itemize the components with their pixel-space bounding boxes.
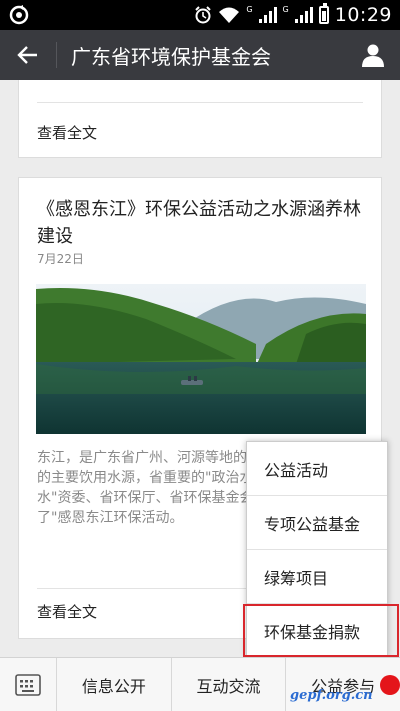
keyboard-icon [15,674,41,696]
lake-photo [36,284,366,434]
article-card: 查看全文 [18,80,382,158]
watermark: gepf.org.cn [290,688,373,703]
keyboard-toggle-button[interactable] [0,658,57,711]
menu-item-special-funds[interactable]: 专项公益基金 [247,496,387,550]
menu-item-green-projects[interactable]: 绿筹项目 [247,550,387,604]
battery-icon [318,3,329,24]
article-title[interactable]: 《感恩东江》环保公益活动之水源涵养林建设 [37,196,367,250]
top-navbar: 广东省环境保护基金会 [0,30,400,80]
article-date: 7月22日 [37,252,84,266]
tab-info-disclosure[interactable]: 信息公开 [57,658,172,711]
menu-item-public-activities[interactable]: 公益活动 [247,442,387,496]
read-more-link[interactable]: 查看全文 [37,122,97,143]
highlight-box [243,604,399,657]
arrow-left-icon [17,46,37,64]
record-indicator-dot [380,675,400,695]
page-title: 广东省环境保护基金会 [71,44,271,69]
person-icon [362,44,384,67]
divider [37,102,363,103]
article-image[interactable] [36,284,366,434]
signal-icon [294,7,313,23]
profile-button[interactable] [346,30,400,80]
tab-interaction[interactable]: 互动交流 [172,658,287,711]
network-type-label: G [282,4,289,14]
clock: 10:29 [334,4,392,26]
status-bar: G G 10:29 [0,0,400,30]
refresh-icon [9,5,29,25]
alarm-icon [195,6,212,24]
wifi-icon [219,7,240,23]
signal-icon [258,7,277,23]
network-type-label: G [246,4,253,14]
back-button[interactable] [0,30,56,80]
read-more-link[interactable]: 查看全文 [37,601,97,622]
